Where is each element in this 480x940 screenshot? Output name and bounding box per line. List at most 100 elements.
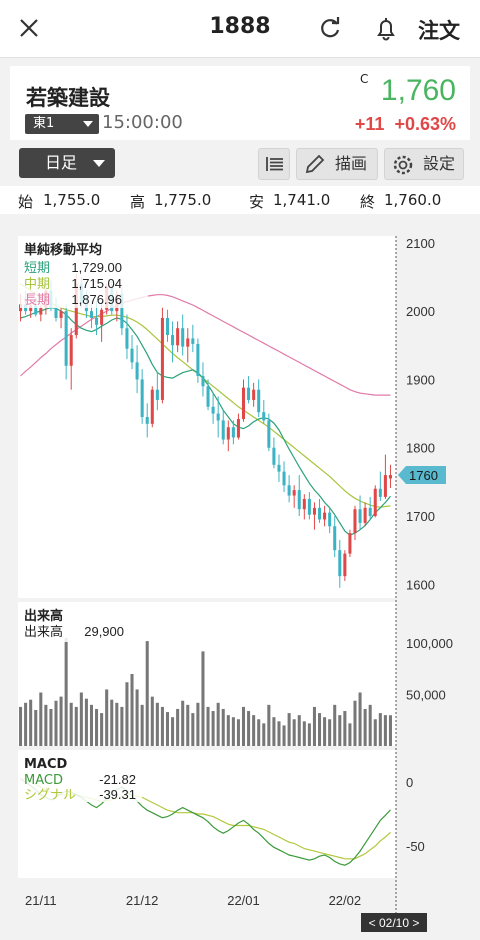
volume-bar <box>358 692 362 746</box>
volume-tick-label: 100,000 <box>406 636 453 651</box>
indicator-list-button[interactable] <box>258 148 290 180</box>
volume-bar <box>186 704 190 746</box>
candle-body <box>257 389 261 413</box>
candle-body <box>145 417 149 424</box>
volume-bar <box>150 696 154 746</box>
candle-body <box>39 307 43 315</box>
draw-button[interactable]: 描画 <box>296 148 378 180</box>
volume-bar <box>272 717 276 746</box>
volume-bar <box>44 704 48 746</box>
volume-bar <box>333 704 337 746</box>
volume-bar <box>292 719 296 746</box>
market-select[interactable]: 東1 <box>25 114 99 134</box>
volume-bar <box>338 715 342 746</box>
volume-bar <box>171 717 175 746</box>
candle-body <box>338 550 342 577</box>
volume-bar <box>363 708 367 746</box>
open-label: 始 <box>18 193 34 211</box>
stock-name: 若築建設 <box>26 86 110 110</box>
volume-bar <box>287 713 291 746</box>
candle-body <box>328 512 332 527</box>
macd-tick-label: -50 <box>406 839 425 854</box>
stock-code-title: 1888 <box>209 14 271 39</box>
candle-body <box>226 427 230 440</box>
volume-bar <box>368 704 372 746</box>
macd-tick-label: 0 <box>406 775 413 790</box>
open-value: 1,755.0 <box>43 191 101 209</box>
candle-body <box>100 309 104 325</box>
candle-body <box>333 526 337 551</box>
pencil-icon <box>305 154 325 174</box>
candle-body <box>272 447 276 465</box>
volume-bar <box>277 721 281 746</box>
volume-bar <box>241 706 246 746</box>
candle-body <box>236 419 240 438</box>
candle-body <box>221 420 225 440</box>
period-label: 日足 <box>45 153 78 172</box>
candle-body <box>211 406 215 414</box>
candle-body <box>363 507 367 523</box>
ma-legend-name: 長期 <box>24 293 50 308</box>
stock-chart[interactable]: 2100 2000 1900 1800 1700 1600 単純移動平均短期 1,729.00… <box>0 214 480 940</box>
volume-bar <box>383 715 387 746</box>
volume-bar <box>110 699 114 746</box>
volume-bar <box>282 725 286 746</box>
stock-info: 若築建設 東1 15:00:00 C 1,760 +11 +0.63% <box>0 58 480 140</box>
volume-bar <box>373 719 377 746</box>
candle-body <box>176 328 180 346</box>
candle-body <box>318 507 322 520</box>
volume-bar <box>348 723 352 746</box>
candle-body <box>125 328 129 349</box>
date-tick-label: 22/01 <box>227 893 260 908</box>
order-button[interactable]: 注文 <box>418 15 460 45</box>
volume-tick-label: 50,000 <box>406 688 446 703</box>
volume-bar <box>39 692 43 746</box>
volume-bar <box>105 689 109 746</box>
candle-body <box>323 512 327 520</box>
candle-body <box>89 311 93 318</box>
period-select[interactable]: 日足 <box>19 148 115 178</box>
volume-bar <box>100 713 104 746</box>
ma-title: 単純移動平均 <box>24 242 102 258</box>
candle-body <box>165 317 170 336</box>
volume-bar <box>191 713 195 746</box>
candle-body <box>277 464 281 472</box>
volume-bar <box>312 706 316 746</box>
quote-time: 15:00:00 <box>102 112 183 133</box>
candle-body <box>383 475 387 497</box>
settings-button[interactable]: 設定 <box>384 148 464 180</box>
low-label: 安 <box>249 193 265 211</box>
chart-area[interactable]: 2100 2000 1900 1800 1700 1600 単純移動平均 短期 1,729.00… <box>0 214 480 940</box>
volume-bar <box>231 717 235 746</box>
volume-title: 出来高 <box>24 608 63 624</box>
candle-body <box>54 307 58 318</box>
volume-bar <box>29 699 33 746</box>
macd-title: MACD <box>24 757 68 772</box>
high-label: 高 <box>130 193 146 211</box>
bell-icon[interactable] <box>372 15 400 43</box>
volume-bar <box>19 706 23 746</box>
candle-body <box>64 311 68 366</box>
volume-legend-value: 29,900 <box>84 624 124 639</box>
volume-bar <box>89 704 93 746</box>
macd-legend-value: -21.82 <box>99 772 136 787</box>
date-tick-label: 21/12 <box>126 893 159 908</box>
reload-icon[interactable] <box>316 15 344 43</box>
volume-bar <box>236 719 240 746</box>
volume-bar <box>211 711 215 746</box>
candle-body <box>312 507 316 515</box>
volume-bar <box>95 708 99 746</box>
market-label: 東1 <box>33 116 55 131</box>
candle-body <box>287 485 291 496</box>
candle-body <box>262 412 266 421</box>
candle-body <box>353 509 357 534</box>
volume-bar <box>196 702 200 746</box>
volume-bar <box>181 700 185 746</box>
high-value: 1,775.0 <box>154 191 212 209</box>
volume-bar <box>343 711 347 746</box>
volume-bar <box>135 689 139 746</box>
volume-bar <box>226 715 230 746</box>
candle-body <box>186 338 190 347</box>
candle-body <box>373 488 377 517</box>
price-tick-label: 2100 <box>406 236 435 251</box>
